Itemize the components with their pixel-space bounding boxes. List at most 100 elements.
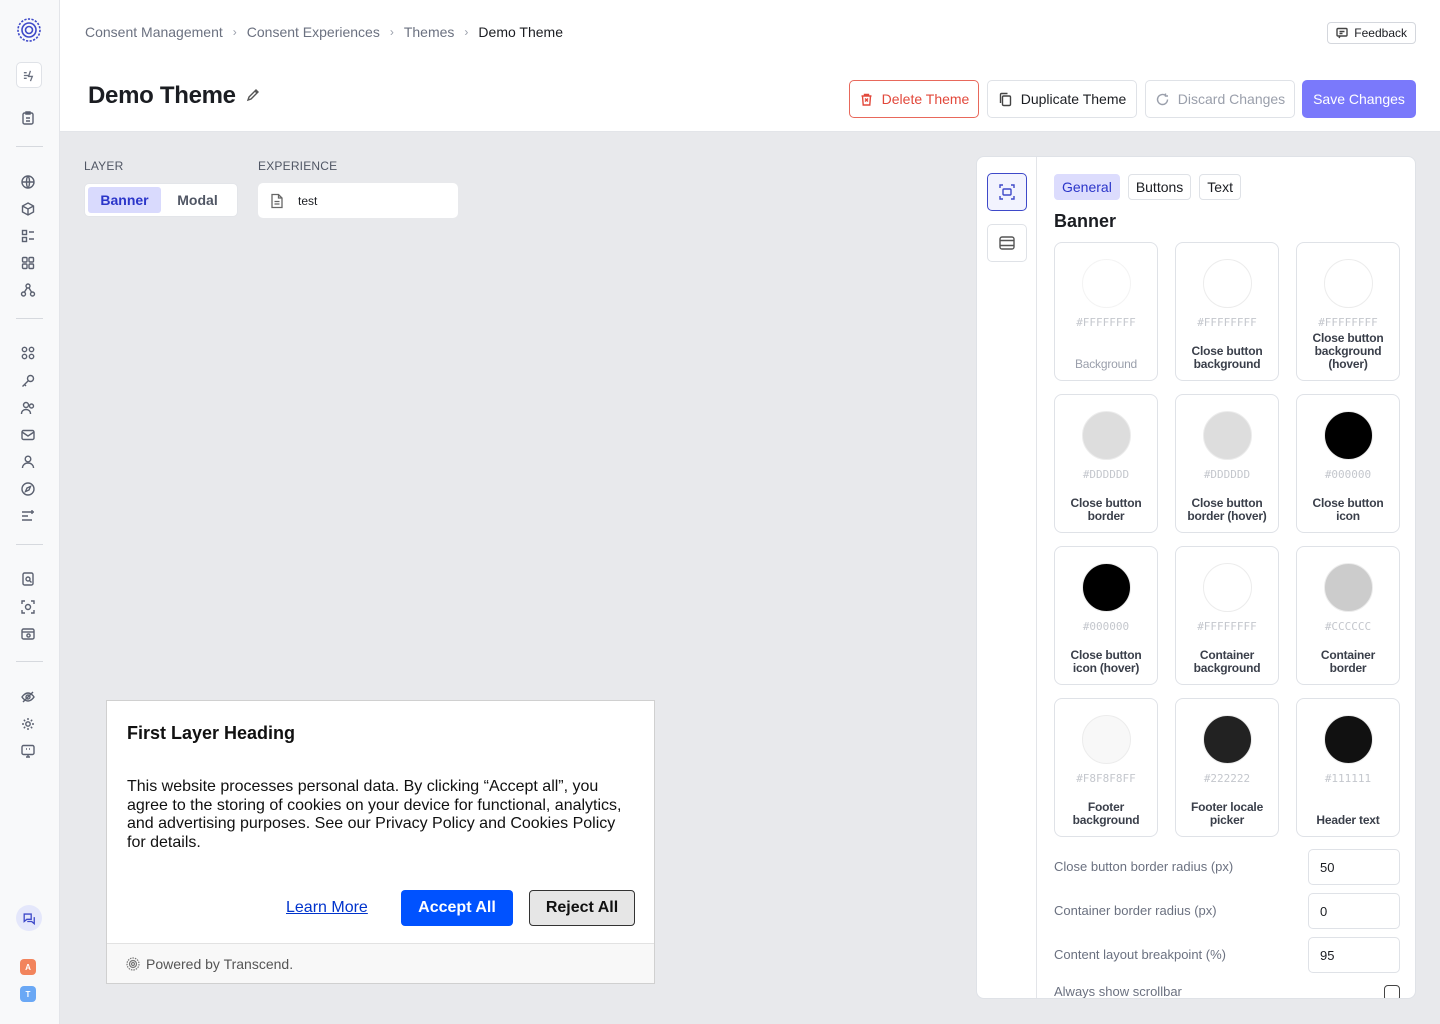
- reject-all-button[interactable]: Reject All: [529, 890, 635, 926]
- mail-icon[interactable]: [18, 425, 38, 445]
- document-icon: [271, 193, 283, 208]
- network-icon[interactable]: [18, 280, 38, 300]
- refresh-icon: [1156, 93, 1168, 105]
- color-card[interactable]: #000000 Close button icon (hover): [1054, 546, 1158, 685]
- banner-layout-button[interactable]: [987, 173, 1027, 211]
- feedback-icon: [1336, 27, 1348, 39]
- discard-changes-button[interactable]: Discard Changes: [1145, 80, 1295, 118]
- color-swatch[interactable]: [1203, 715, 1252, 764]
- color-label: Container background: [1193, 648, 1261, 675]
- breakpoint-field: Content layout breakpoint (%) 95: [1054, 937, 1400, 973]
- feedback-button[interactable]: Feedback: [1327, 22, 1416, 44]
- users-icon[interactable]: [18, 398, 38, 418]
- color-label: Container border: [1320, 648, 1376, 675]
- accept-all-button[interactable]: Accept All: [401, 890, 513, 926]
- color-card[interactable]: #000000 Close button icon: [1296, 394, 1400, 533]
- experience-select[interactable]: test: [258, 183, 458, 218]
- key-icon[interactable]: [18, 371, 38, 391]
- color-hex: #000000: [1324, 468, 1372, 481]
- list-sparkle-icon[interactable]: [18, 506, 38, 526]
- cube-icon[interactable]: [18, 199, 38, 219]
- scrollbar-checkbox[interactable]: [1384, 985, 1400, 998]
- settings-icon[interactable]: [18, 714, 38, 734]
- avatar[interactable]: A: [20, 959, 36, 975]
- color-swatch[interactable]: [1082, 259, 1131, 308]
- color-swatch[interactable]: [1324, 715, 1373, 764]
- color-swatch[interactable]: [1324, 259, 1373, 308]
- color-hex: #DDDDDD: [1203, 468, 1251, 481]
- clipboard-icon[interactable]: [18, 108, 38, 128]
- color-card[interactable]: #DDDDDD Close button border (hover): [1175, 394, 1279, 533]
- transcend-logo-icon: [126, 956, 140, 971]
- sidebar-divider: [16, 146, 43, 147]
- compass-icon[interactable]: [18, 479, 38, 499]
- tab-buttons[interactable]: Buttons: [1127, 174, 1192, 200]
- eye-off-icon[interactable]: [18, 687, 38, 707]
- color-card[interactable]: #F8F8F8FF Footer background: [1054, 698, 1158, 837]
- copy-icon: [999, 92, 1011, 106]
- container-radius-input[interactable]: 0: [1308, 893, 1400, 929]
- powered-by-text: Powered by Transcend.: [146, 955, 294, 972]
- feedback-label: Feedback: [1354, 26, 1407, 40]
- grid-icon[interactable]: [18, 253, 38, 273]
- color-swatch[interactable]: [1203, 411, 1252, 460]
- color-swatch[interactable]: [1082, 715, 1131, 764]
- breadcrumb: Consent Management › Consent Experiences…: [85, 24, 563, 40]
- quick-action-icon[interactable]: [16, 62, 42, 88]
- browser-search-icon[interactable]: [18, 624, 38, 644]
- avatar[interactable]: T: [20, 986, 36, 1002]
- color-swatch[interactable]: [1324, 563, 1373, 612]
- color-hex: #DDDDDD: [1082, 468, 1130, 481]
- color-card[interactable]: #FFFFFFFF Background: [1054, 242, 1158, 381]
- monitor-icon[interactable]: [18, 741, 38, 761]
- color-card[interactable]: #DDDDDD Close button border: [1054, 394, 1158, 533]
- color-hex: #111111: [1324, 772, 1372, 785]
- color-hex: #FFFFFFFF: [1197, 620, 1257, 633]
- layer-option-banner[interactable]: Banner: [88, 187, 161, 213]
- field-label: Close button border radius (px): [1054, 859, 1234, 874]
- document-search-icon[interactable]: [18, 569, 38, 589]
- person-icon[interactable]: [18, 452, 38, 472]
- transcend-logo-icon[interactable]: [16, 17, 42, 43]
- color-card[interactable]: #FFFFFFFF Container background: [1175, 546, 1279, 685]
- delete-theme-button[interactable]: Delete Theme: [849, 80, 979, 118]
- color-card[interactable]: #111111 Header text: [1296, 698, 1400, 837]
- globe-icon[interactable]: [18, 172, 38, 192]
- color-swatch[interactable]: [1324, 411, 1373, 460]
- color-swatch[interactable]: [1203, 259, 1252, 308]
- pencil-icon[interactable]: [246, 88, 262, 104]
- color-card[interactable]: #FFFFFFFF Close button background (hover): [1296, 242, 1400, 381]
- tab-general[interactable]: General: [1054, 174, 1120, 200]
- page-header: Consent Management › Consent Experiences…: [60, 0, 1440, 132]
- color-swatch[interactable]: [1082, 563, 1131, 612]
- sidebar-divider: [16, 544, 43, 545]
- close-radius-input[interactable]: 50: [1308, 849, 1400, 885]
- color-swatch[interactable]: [1203, 563, 1252, 612]
- color-card[interactable]: #CCCCCC Container border: [1296, 546, 1400, 685]
- breadcrumb-link[interactable]: Consent Management: [85, 24, 223, 40]
- banner-footer: Powered by Transcend.: [107, 943, 654, 983]
- layer-option-modal[interactable]: Modal: [161, 187, 234, 213]
- modal-layout-button[interactable]: [987, 224, 1027, 262]
- color-label: Close button icon: [1312, 496, 1384, 523]
- color-card[interactable]: #FFFFFFFF Close button background: [1175, 242, 1279, 381]
- save-changes-button[interactable]: Save Changes: [1302, 80, 1416, 118]
- duplicate-theme-button[interactable]: Duplicate Theme: [987, 80, 1137, 118]
- color-card[interactable]: #222222 Footer locale picker: [1175, 698, 1279, 837]
- apps-icon[interactable]: [18, 343, 38, 363]
- checklist-icon[interactable]: [18, 226, 38, 246]
- delete-theme-label: Delete Theme: [881, 91, 970, 107]
- tab-text[interactable]: Text: [1199, 174, 1241, 200]
- breadcrumb-link[interactable]: Consent Experiences: [247, 24, 380, 40]
- breadcrumb-link[interactable]: Themes: [404, 24, 455, 40]
- chat-icon[interactable]: [16, 905, 42, 931]
- discard-changes-label: Discard Changes: [1177, 91, 1286, 107]
- learn-more-link[interactable]: Learn More: [286, 899, 368, 917]
- color-swatch[interactable]: [1082, 411, 1131, 460]
- scan-icon[interactable]: [18, 597, 38, 617]
- avatar-letter: T: [25, 989, 31, 999]
- breakpoint-input[interactable]: 95: [1308, 937, 1400, 973]
- container-radius-field: Container border radius (px) 0: [1054, 893, 1400, 929]
- theme-editor-panel: General Buttons Text Banner #FFFFFFFF Bac…: [976, 156, 1416, 999]
- color-hex: #000000: [1082, 620, 1130, 633]
